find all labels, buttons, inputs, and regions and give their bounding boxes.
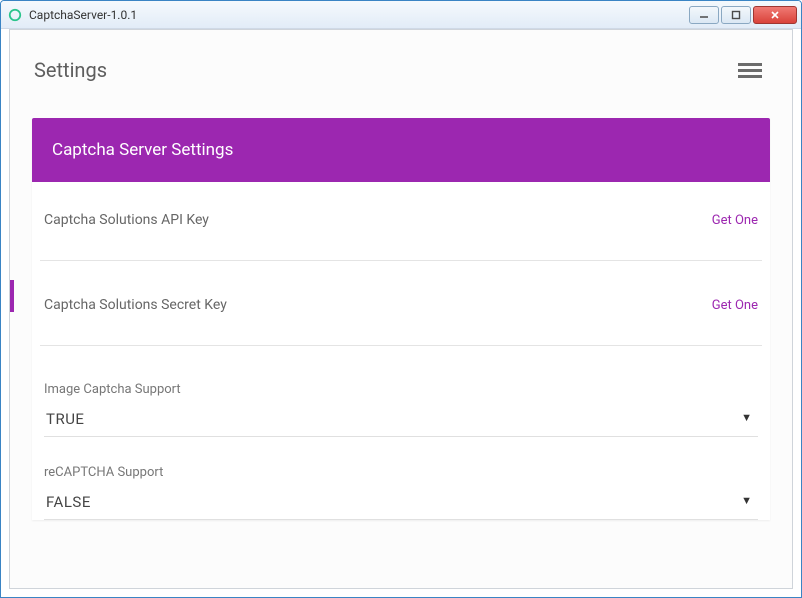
- chevron-down-icon: ▼: [741, 411, 752, 424]
- secret-key-get-one-link[interactable]: Get One: [712, 298, 758, 313]
- minimize-button[interactable]: [689, 6, 719, 24]
- recaptcha-select[interactable]: FALSE ▼: [44, 488, 758, 520]
- hamburger-menu-icon[interactable]: [732, 54, 768, 87]
- close-button[interactable]: [753, 6, 797, 24]
- secret-key-row: Captcha Solutions Secret Key Get One: [40, 297, 762, 346]
- app-content: Settings Captcha Server Settings Captcha…: [9, 29, 793, 589]
- page-title: Settings: [34, 58, 107, 82]
- image-captcha-value: TRUE: [46, 410, 84, 428]
- window-frame: CaptchaServer-1.0.1 Settings Captcha Ser…: [0, 0, 802, 598]
- card-body: Captcha Solutions API Key Get One Captch…: [32, 182, 770, 520]
- recaptcha-row: reCAPTCHA Support FALSE ▼: [40, 465, 762, 520]
- recaptcha-value: FALSE: [46, 493, 91, 511]
- card-title: Captcha Server Settings: [32, 118, 770, 182]
- window-title: CaptchaServer-1.0.1: [29, 8, 137, 22]
- header: Settings: [10, 30, 792, 90]
- titlebar: CaptchaServer-1.0.1: [1, 1, 801, 29]
- image-captcha-label: Image Captcha Support: [44, 382, 758, 397]
- api-key-label: Captcha Solutions API Key: [44, 212, 209, 228]
- secret-key-label: Captcha Solutions Secret Key: [44, 297, 227, 313]
- image-captcha-select[interactable]: TRUE ▼: [44, 405, 758, 437]
- image-captcha-row: Image Captcha Support TRUE ▼: [40, 382, 762, 437]
- app-icon: [7, 7, 23, 23]
- api-key-get-one-link[interactable]: Get One: [712, 213, 758, 228]
- api-key-row: Captcha Solutions API Key Get One: [40, 212, 762, 261]
- chevron-down-icon: ▼: [741, 494, 752, 507]
- scroll-indicator: [10, 280, 14, 312]
- content: Captcha Server Settings Captcha Solution…: [10, 90, 792, 520]
- recaptcha-label: reCAPTCHA Support: [44, 465, 758, 480]
- window-controls: [687, 6, 797, 24]
- settings-card: Captcha Server Settings Captcha Solution…: [32, 118, 770, 520]
- maximize-button[interactable]: [721, 6, 751, 24]
